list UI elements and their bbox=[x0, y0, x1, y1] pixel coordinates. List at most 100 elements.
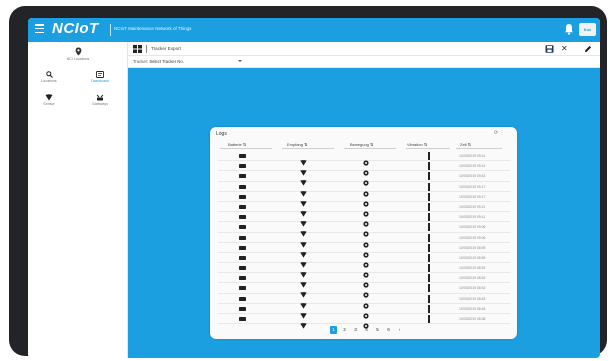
column-header-time[interactable]: Zeit ⇅ bbox=[460, 142, 471, 147]
grid-icon[interactable] bbox=[133, 45, 142, 53]
panel-tools[interactable]: ⟳ ⋮ bbox=[494, 130, 505, 136]
table-row[interactable]: 10/03/2019 08:59 bbox=[218, 253, 510, 268]
battery-icon bbox=[239, 194, 246, 199]
user-menu[interactable]: Kov bbox=[579, 23, 596, 36]
sidebar-item-gateways[interactable]: Gateways bbox=[84, 94, 116, 106]
signal-icon bbox=[300, 204, 307, 217]
motion-icon bbox=[363, 214, 369, 227]
page-button[interactable]: 3 bbox=[352, 326, 359, 334]
signal-icon bbox=[300, 285, 307, 299]
battery-icon bbox=[239, 266, 246, 271]
timestamp-cell: 10/03/2019 09:41 bbox=[459, 154, 486, 158]
signal-icon bbox=[300, 255, 307, 268]
timestamp-cell: 10/03/2019 09:06 bbox=[459, 235, 486, 240]
page-button[interactable]: 4 bbox=[363, 326, 370, 334]
top-bar: NCIoT NCIoT Maintenance Network of Thing… bbox=[28, 18, 600, 42]
page-button[interactable]: 2 bbox=[341, 326, 348, 334]
battery-icon bbox=[239, 225, 246, 230]
timestamp-cell: 10/03/2019 09:17 bbox=[459, 184, 486, 189]
table-row[interactable]: 10/03/2019 08:45 bbox=[218, 304, 510, 319]
sidebar-item-label: Gateways bbox=[92, 102, 108, 106]
motion-icon bbox=[363, 235, 369, 248]
toolbar-divider bbox=[146, 45, 147, 53]
tracker-select-label: Tracker: bbox=[133, 59, 149, 64]
table-row[interactable]: 10/03/2019 08:59 bbox=[218, 243, 510, 258]
vibration-icon bbox=[428, 223, 430, 232]
timestamp-cell: 10/03/2019 09:11 bbox=[459, 215, 486, 220]
battery-icon bbox=[239, 296, 246, 301]
vibration-icon bbox=[428, 264, 430, 273]
page-button[interactable]: 5 bbox=[374, 326, 381, 334]
logs-table: 10/03/2019 09:41 10/03/2019 09:41 10/03/20… bbox=[218, 151, 510, 329]
filter-bar: Tracker: Select Tracker No. bbox=[128, 56, 600, 68]
column-header-battery[interactable]: Batterie ⇅ bbox=[228, 142, 246, 147]
battery-icon bbox=[239, 306, 246, 311]
sidebar-item-sensor[interactable]: Sensor bbox=[34, 94, 64, 106]
signal-icon bbox=[300, 153, 307, 166]
vibration-icon bbox=[428, 253, 430, 262]
vibration-icon bbox=[428, 172, 430, 181]
timestamp-cell: 10/03/2019 08:52 bbox=[459, 276, 486, 281]
column-header-signal[interactable]: Empfang ⇅ bbox=[287, 142, 307, 147]
battery-icon bbox=[239, 286, 246, 291]
motion-icon bbox=[363, 184, 369, 197]
battery-icon bbox=[239, 215, 246, 220]
table-row[interactable]: 10/03/2019 08:52 bbox=[218, 283, 510, 299]
vibration-icon bbox=[428, 294, 430, 303]
table-row[interactable]: 10/03/2019 08:45 bbox=[218, 294, 510, 309]
table-row[interactable]: 10/03/2019 09:11 bbox=[218, 202, 510, 217]
save-icon[interactable] bbox=[545, 45, 554, 53]
signal-icon bbox=[300, 194, 307, 207]
app-screen: NCIoT NCIoT Maintenance Network of Thing… bbox=[28, 18, 600, 358]
page-button[interactable]: 6 bbox=[385, 326, 392, 334]
motion-icon bbox=[363, 224, 369, 237]
sidebar-item-dashboard[interactable]: Dashboard bbox=[84, 71, 116, 83]
vibration-icon bbox=[428, 304, 430, 313]
table-row[interactable]: 10/03/2019 08:52 bbox=[218, 273, 510, 288]
close-icon[interactable]: ✕ bbox=[561, 44, 568, 53]
table-row[interactable]: 10/03/2019 09:17 bbox=[218, 192, 510, 207]
pencil-icon[interactable] bbox=[584, 45, 592, 53]
brand-logo: NCIoT bbox=[52, 20, 99, 37]
motion-icon bbox=[363, 194, 369, 207]
next-page-button[interactable]: › bbox=[396, 326, 403, 334]
vibration-icon bbox=[428, 192, 430, 201]
timestamp-cell: 10/03/2019 08:52 bbox=[459, 286, 486, 291]
table-row[interactable]: 10/03/2019 09:41 bbox=[218, 161, 510, 176]
dashboard-icon bbox=[96, 71, 104, 78]
signal-icon bbox=[300, 245, 307, 258]
motion-icon bbox=[363, 204, 369, 217]
gateway-icon bbox=[96, 94, 104, 101]
timestamp-cell: 10/03/2019 08:52 bbox=[459, 266, 486, 271]
search-icon bbox=[45, 71, 53, 78]
signal-icon bbox=[300, 173, 307, 186]
signal-icon bbox=[300, 265, 307, 278]
table-row[interactable]: 10/03/2019 08:38 bbox=[218, 314, 510, 329]
motion-icon bbox=[363, 306, 369, 319]
page-button[interactable]: 1 bbox=[330, 326, 337, 334]
table-row[interactable]: 10/03/2019 09:17 bbox=[218, 182, 510, 197]
bell-icon[interactable] bbox=[564, 23, 574, 35]
tracker-select[interactable]: Tracker: Select Tracker No. bbox=[133, 59, 184, 64]
battery-icon bbox=[239, 255, 246, 260]
chevron-down-icon[interactable] bbox=[238, 60, 242, 62]
hamburger-icon[interactable] bbox=[35, 24, 45, 36]
signal-icon bbox=[300, 316, 307, 329]
table-row[interactable]: 10/03/2019 09:41 bbox=[218, 151, 510, 166]
timestamp-cell: 10/03/2019 08:59 bbox=[459, 255, 486, 260]
dashboard-canvas: Logs ⟳ ⋮ Batterie ⇅ Empfang ⇅ Bewegung ⇅… bbox=[128, 68, 600, 358]
sidebar-item-label: NCI Locations bbox=[66, 57, 90, 61]
sidebar-item-nci-locations[interactable]: NCI Locations bbox=[58, 47, 98, 61]
column-header-vibration[interactable]: Vibration ⇅ bbox=[407, 142, 427, 147]
column-header-motion[interactable]: Bewegung ⇅ bbox=[350, 142, 373, 147]
sidebar-item-locations[interactable]: Locations bbox=[34, 71, 64, 83]
table-row[interactable]: 10/03/2019 09:42 bbox=[218, 171, 510, 186]
battery-icon bbox=[239, 204, 246, 209]
vibration-icon bbox=[428, 162, 430, 171]
table-row[interactable]: 10/03/2019 09:06 bbox=[218, 222, 510, 237]
table-row[interactable]: 10/03/2019 09:11 bbox=[218, 212, 510, 227]
signal-icon bbox=[300, 214, 307, 227]
table-row[interactable]: 10/03/2019 09:06 bbox=[218, 233, 510, 248]
vibration-icon bbox=[428, 182, 430, 191]
table-row[interactable]: 10/03/2019 08:52 bbox=[218, 263, 510, 278]
